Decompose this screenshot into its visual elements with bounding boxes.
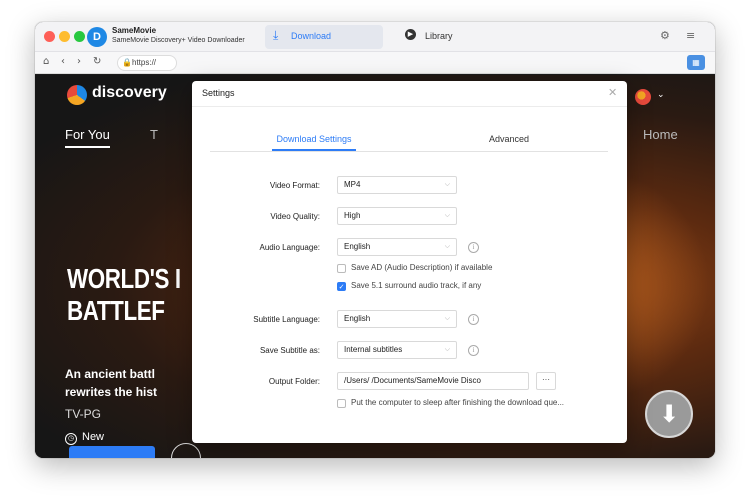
new-badge: ◷ New <box>65 431 104 445</box>
audio-language-label: Audio Language: <box>259 243 321 252</box>
clock-icon: ◷ <box>65 433 77 445</box>
video-quality-label: Video Quality: <box>270 212 320 221</box>
app-name: SameMovie <box>112 26 157 35</box>
hero-description: An ancient battl rewrites the hist <box>65 367 158 399</box>
minimize-window-button[interactable] <box>59 31 70 42</box>
app-logo-icon: D <box>87 27 107 47</box>
settings-dialog: Settings ✕ Download Settings Advanced Vi… <box>192 81 627 443</box>
nav-home[interactable]: Home <box>643 127 678 142</box>
subtitle-language-label: Subtitle Language: <box>253 315 320 324</box>
save-ad-checkbox[interactable] <box>337 264 346 273</box>
chevron-down-icon: ⌵ <box>444 243 450 250</box>
close-window-button[interactable] <box>44 31 55 42</box>
save-ad-label: Save AD (Audio Description) if available <box>351 263 493 272</box>
tab-library[interactable]: ▶ Library <box>405 25 495 49</box>
video-format-label: Video Format: <box>269 181 320 190</box>
save-51-checkbox[interactable]: ✓ <box>337 282 346 291</box>
video-format-select[interactable]: MP4 ⌵ <box>337 176 457 194</box>
app-subtitle: SameMovie Discovery+ Video Downloader <box>112 37 245 44</box>
extension-icon[interactable]: ▦ <box>687 55 705 70</box>
hero-title: WORLD'S I BATTLEF <box>67 263 181 326</box>
save-51-label: Save 5.1 surround audio track, if any <box>351 281 482 290</box>
save-subtitle-select[interactable]: Internal subtitles ⌵ <box>337 341 457 359</box>
settings-gear-icon[interactable]: ⚙ <box>660 29 670 42</box>
browse-folder-button[interactable]: ··· <box>536 372 556 390</box>
url-text: https:// <box>132 58 157 67</box>
discovery-logo-icon <box>67 85 87 105</box>
sleep-label: Put the computer to sleep after finishin… <box>351 398 565 407</box>
tab-download-settings[interactable]: Download Settings <box>272 134 356 151</box>
nav-item-partial[interactable]: T <box>150 127 158 142</box>
address-bar: ⌂ ‹ › ↻ 🔒 https:// ▦ <box>35 52 715 74</box>
chevron-down-icon: ⌵ <box>444 346 450 353</box>
chevron-down-icon[interactable]: ⌄ <box>657 90 665 100</box>
subtitle-language-select[interactable]: English ⌵ <box>337 310 457 328</box>
back-icon[interactable]: ‹ <box>61 56 65 67</box>
lock-icon: 🔒 <box>122 58 132 67</box>
chevron-down-icon: ⌵ <box>444 181 450 188</box>
download-icon: ⤓ <box>273 28 279 42</box>
close-icon[interactable]: ✕ <box>608 86 617 99</box>
chevron-down-icon: ⌵ <box>444 315 450 322</box>
profile-avatar[interactable] <box>635 89 651 105</box>
video-quality-select[interactable]: High ⌵ <box>337 207 457 225</box>
reload-icon[interactable]: ↻ <box>93 56 101 67</box>
info-icon[interactable]: i <box>468 314 479 325</box>
content-rating: TV-PG <box>65 407 102 421</box>
audio-language-select[interactable]: English ⌵ <box>337 238 457 256</box>
info-icon[interactable]: i <box>468 345 479 356</box>
output-folder-input[interactable]: /Users/ /Documents/SameMovie Disco <box>337 372 529 390</box>
output-folder-label: Output Folder: <box>268 377 320 386</box>
url-field[interactable]: 🔒 https:// <box>117 55 177 71</box>
download-fab-button[interactable]: ⬇ <box>645 390 693 438</box>
app-window: D SameMovie SameMovie Discovery+ Video D… <box>35 22 715 458</box>
brand-logo-text: discovery <box>92 84 167 101</box>
tab-library-label: Library <box>425 31 453 41</box>
save-subtitle-label: Save Subtitle as: <box>259 346 320 355</box>
watch-button[interactable] <box>69 446 155 458</box>
zoom-window-button[interactable] <box>74 31 85 42</box>
chevron-down-icon: ⌵ <box>444 212 450 219</box>
tab-download-label: Download <box>291 31 332 41</box>
tab-advanced[interactable]: Advanced <box>484 134 534 144</box>
menu-icon[interactable]: ≡ <box>686 29 695 42</box>
library-icon: ▶ <box>405 29 416 40</box>
tab-download[interactable]: ⤓ Download <box>265 25 383 49</box>
forward-icon[interactable]: › <box>77 56 81 67</box>
add-to-list-button[interactable] <box>171 443 201 458</box>
home-icon[interactable]: ⌂ <box>43 56 49 67</box>
info-icon[interactable]: i <box>468 242 479 253</box>
nav-for-you[interactable]: For You <box>65 127 110 148</box>
sleep-checkbox[interactable] <box>337 399 346 408</box>
title-bar: D SameMovie SameMovie Discovery+ Video D… <box>35 22 715 52</box>
dialog-title: Settings <box>202 88 235 98</box>
